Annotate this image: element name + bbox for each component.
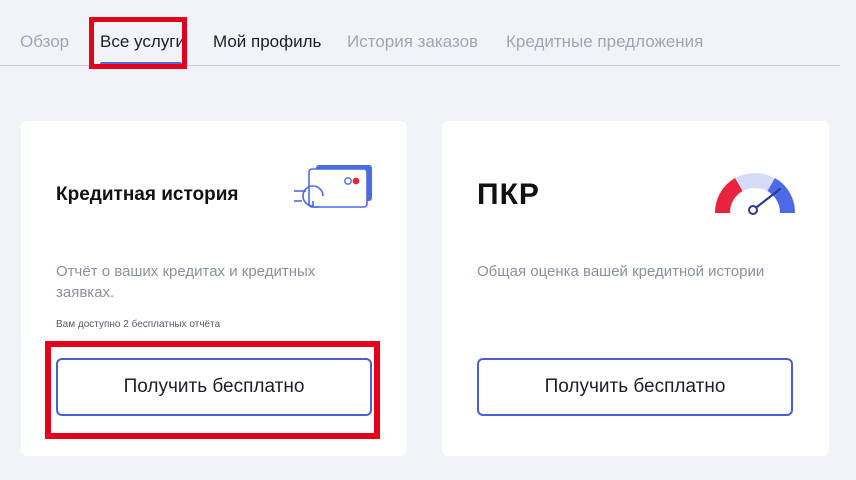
tab-my-profile[interactable]: Мой профиль bbox=[213, 32, 321, 52]
highlight-box-tab bbox=[89, 17, 187, 69]
tab-order-history[interactable]: История заказов bbox=[347, 32, 478, 52]
credit-card-refresh-icon bbox=[294, 165, 372, 208]
highlight-box-button bbox=[45, 341, 380, 439]
card-title: ПКР bbox=[477, 178, 540, 211]
get-free-pkr-button[interactable]: Получить бесплатно bbox=[477, 358, 793, 416]
free-reports-note: Вам доступно 2 бесплатных отчёта bbox=[56, 319, 221, 330]
pkr-card: ПКР Общая оценка вашей кредитной истории… bbox=[442, 121, 829, 456]
tab-overview[interactable]: Обзор bbox=[20, 32, 69, 52]
card-title: Кредитная история bbox=[56, 184, 239, 205]
gauge-icon bbox=[714, 173, 796, 215]
card-description: Отчёт о ваших кредитах и кредитных заявк… bbox=[56, 263, 316, 301]
tab-credit-offers[interactable]: Кредитные предложения bbox=[506, 32, 703, 52]
card-description: Общая оценка вашей кредитной истории bbox=[477, 263, 765, 280]
